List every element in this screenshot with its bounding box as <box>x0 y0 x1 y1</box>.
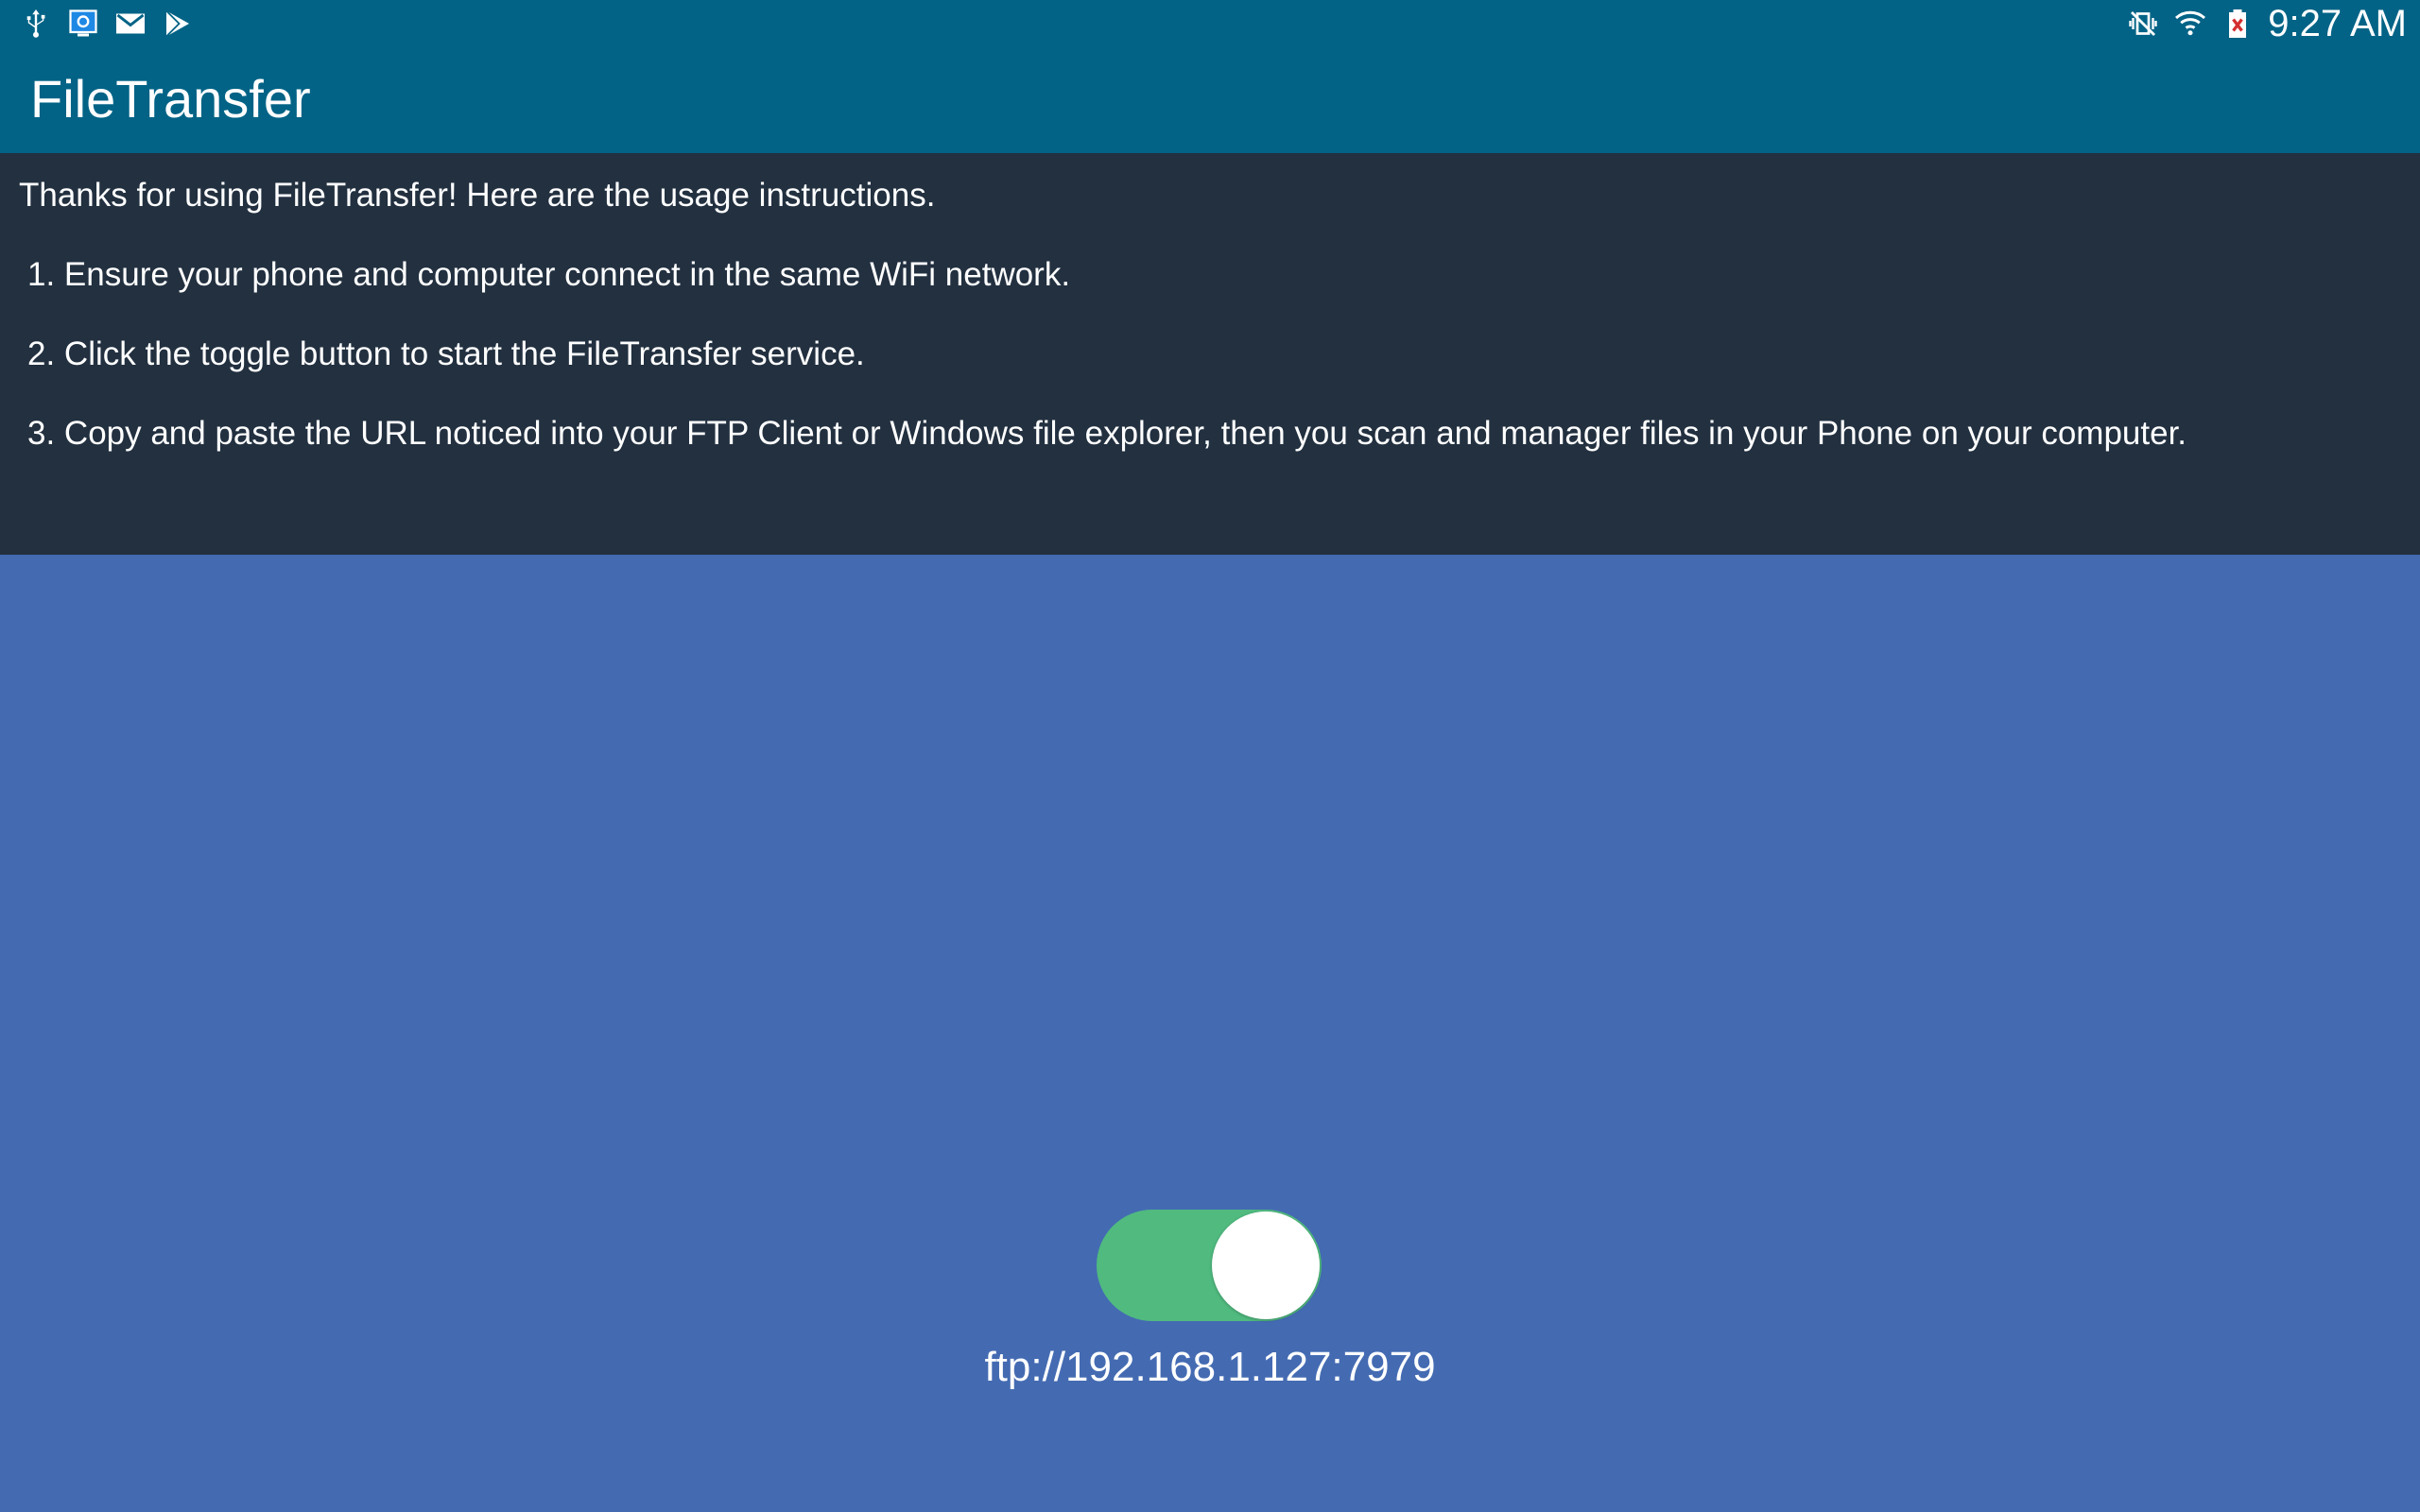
usb-icon <box>19 7 53 41</box>
screen: 9:27 AM FileTransfer Thanks for using Fi… <box>0 0 2420 1512</box>
instruction-step-2: 2. Click the toggle button to start the … <box>27 335 865 372</box>
clock: 9:27 AM <box>2268 2 2407 44</box>
battery-charging-icon <box>2221 7 2255 41</box>
toggle-knob[interactable] <box>1212 1211 1320 1319</box>
wifi-icon <box>2173 7 2207 41</box>
notification-icons <box>19 6 195 42</box>
play-store-icon <box>161 7 195 41</box>
action-bar: FileTransfer <box>0 47 2420 153</box>
gmail-icon <box>113 7 147 41</box>
status-bar: 9:27 AM <box>0 0 2420 47</box>
instruction-step-3: 3. Copy and paste the URL noticed into y… <box>27 415 2187 452</box>
app-title: FileTransfer <box>30 69 311 129</box>
system-status: 9:27 AM <box>2126 0 2407 47</box>
service-toggle[interactable] <box>1097 1210 1322 1321</box>
ftp-url: ftp://192.168.1.127:7979 <box>984 1344 1436 1390</box>
instructions-panel: Thanks for using FileTransfer! Here are … <box>0 153 2420 555</box>
vibrate-mute-icon <box>2126 7 2160 41</box>
instructions-intro: Thanks for using FileTransfer! Here are … <box>19 177 936 214</box>
screen-mirror-icon <box>66 7 100 41</box>
instruction-step-1: 1. Ensure your phone and computer connec… <box>27 256 1071 293</box>
